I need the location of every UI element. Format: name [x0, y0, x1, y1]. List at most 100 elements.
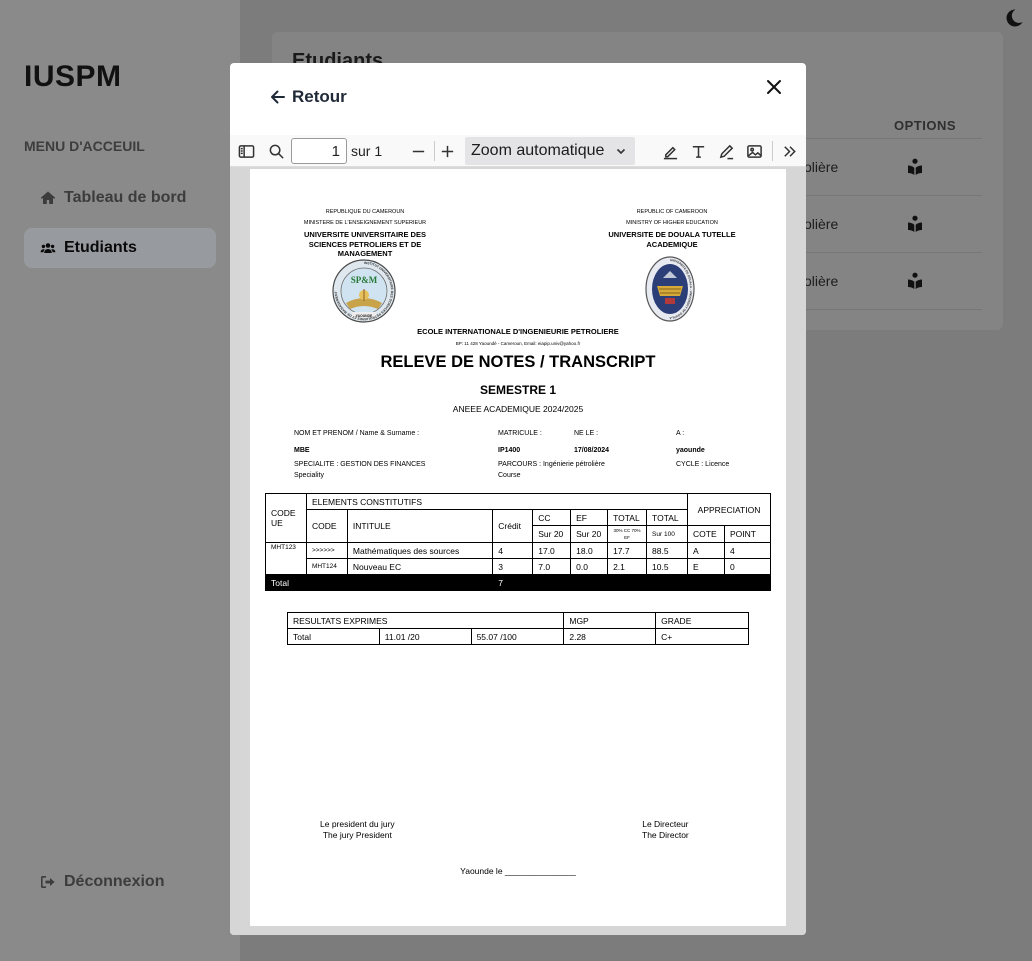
zoom-select[interactable]: Zoom automatique — [465, 137, 635, 165]
academic-year: ANEEE ACADEMIQUE 2024/2025 — [452, 404, 584, 414]
image-icon[interactable] — [744, 141, 764, 161]
credit-header: Crédit — [492, 509, 534, 543]
speciality: SPECIALITE : GESTION DES FINANCES Specia… — [294, 461, 426, 479]
birthplace: yaounde — [676, 447, 705, 454]
jury-president-signature: Le president du jury The jury President — [320, 819, 395, 840]
close-button[interactable] — [766, 79, 786, 99]
logout-button[interactable]: Déconnexion — [24, 862, 216, 902]
results-header: RESULTATS EXPRIMES — [286, 612, 565, 629]
highlight-icon[interactable] — [660, 141, 680, 161]
cote-cell: E — [687, 558, 725, 575]
book-reader-icon[interactable] — [906, 272, 924, 290]
intitule-cell: Nouveau EC — [346, 558, 494, 575]
divider — [434, 141, 435, 161]
table-row: olière — [802, 196, 982, 253]
university-left: UNIVERSITE UNIVERSITAIRE DES SCIENCES PE… — [304, 230, 426, 258]
pdf-modal: Retour sur 1 Zoom automatique — [230, 63, 806, 935]
sidebar-item-dashboard[interactable]: Tableau de bord — [24, 178, 216, 218]
grade-header: GRADE — [655, 612, 749, 629]
menu-heading: MENU D'ACCEUIL — [24, 138, 145, 154]
search-icon[interactable] — [266, 141, 286, 161]
point-cell: 0 — [724, 558, 771, 575]
birthplace-label: A : — [676, 430, 685, 437]
cote-header: COTE — [687, 525, 725, 543]
table-row: MHT123 >>>>>> Mathématiques des sources … — [265, 542, 771, 575]
cc-header: CC — [532, 509, 572, 526]
mgp-header: MGP — [563, 612, 657, 629]
cc-cell: 17.0 — [532, 542, 572, 559]
total-cell: 17.7 — [607, 542, 648, 559]
table-header-row: CODE UE ELEMENTS CONSTITUTIFS APPRECIATI… — [265, 493, 771, 543]
home-icon — [40, 191, 56, 204]
credit-cell: 4 — [492, 542, 534, 559]
parcours-cell: olière — [804, 273, 839, 289]
sidebar-item-students[interactable]: Etudiants — [24, 228, 216, 268]
point-header: POINT — [724, 525, 771, 543]
table-row: olière — [802, 139, 982, 196]
grade-value: C+ — [655, 628, 749, 645]
ef-header: EF — [570, 509, 609, 526]
users-icon — [40, 243, 56, 253]
zoom-out-icon[interactable] — [408, 141, 428, 161]
pdf-toolbar: sur 1 Zoom automatique — [230, 135, 806, 167]
pdf-viewer: sur 1 Zoom automatique — [230, 135, 806, 935]
zoom-in-icon[interactable] — [437, 141, 457, 161]
student-name-label: NOM ET PRENOM / Name & Surname : — [294, 430, 420, 437]
brand-title: IUSPM — [24, 60, 122, 93]
matricule: IP1400 — [498, 447, 521, 454]
school-name: ECOLE INTERNATIONALE D'INGENIEURIE PETRO… — [417, 327, 619, 336]
student-name: MBE — [294, 447, 310, 454]
mgp-value: 2.28 — [563, 628, 657, 645]
total-scale: Sur 100 — [646, 525, 689, 543]
parcours-cell: olière — [804, 216, 839, 232]
credit-cell: 3 — [492, 558, 534, 575]
book-reader-icon[interactable] — [906, 215, 924, 233]
divider — [772, 141, 773, 161]
total-100-cell: 10.5 — [646, 558, 689, 575]
date-line: Yaounde le _______________ — [460, 866, 576, 876]
draw-icon[interactable] — [716, 141, 736, 161]
total-credit: 7 — [492, 574, 534, 591]
born-label: NE LE : — [574, 430, 599, 437]
ef-cell: 0.0 — [570, 558, 609, 575]
republic-fr: REPUBLIQUE DU CAMEROUN — [325, 209, 405, 215]
code-header: CODE — [305, 509, 348, 543]
page-number-input[interactable] — [291, 138, 347, 164]
total-label: Total — [264, 574, 494, 591]
text-icon[interactable] — [688, 141, 708, 161]
school-address: BP: 11 428 Yaoundé - Cameroun, Email: ei… — [455, 341, 581, 346]
table-header-row: RESULTATS EXPRIMES MGP GRADE — [286, 612, 749, 629]
cc-cell: 7.0 — [532, 558, 572, 575]
sidebar-toggle-icon[interactable] — [236, 141, 256, 161]
parcours-cell: olière — [804, 159, 839, 175]
total-cell: 2.1 — [607, 558, 648, 575]
matricule-label: MATRICULE : — [498, 430, 542, 437]
arrow-left-icon — [271, 90, 285, 104]
code-ue-header: CODE UE — [265, 493, 307, 543]
marks-table: CODE UE ELEMENTS CONSTITUTIFS APPRECIATI… — [264, 493, 771, 591]
theme-toggle[interactable] — [1004, 8, 1024, 28]
document-title: RELEVE DE NOTES / TRANSCRIPT — [380, 353, 656, 371]
right-header: REPUBLIC OF CAMEROON MINISTRY OF HIGHER … — [600, 207, 744, 249]
elements-header: ELEMENTS CONSTITUTIFS — [305, 493, 689, 510]
book-reader-icon[interactable] — [906, 158, 924, 176]
results-total-label: Total — [287, 628, 380, 645]
point-cell: 4 — [724, 542, 771, 559]
close-icon — [767, 80, 781, 94]
zoom-value: Zoom automatique — [471, 142, 605, 159]
table-row: MHT124 Nouveau EC 3 7.0 0.0 2.1 10.5 E 0 — [266, 558, 771, 575]
intitule-header: INTITULE — [346, 509, 494, 543]
semester: SEMESTRE 1 — [479, 383, 557, 397]
pdf-page: REPUBLIQUE DU CAMEROUN MINISTERE DE L'EN… — [250, 169, 786, 926]
page-count: sur 1 — [351, 143, 383, 159]
university-right: UNIVERSITE DE DOUALA TUTELLE ACADEMIQUE — [608, 230, 736, 249]
back-button[interactable]: Retour — [270, 87, 347, 107]
more-tools-icon[interactable] — [779, 141, 799, 161]
ue-code-cell: MHT123 — [265, 542, 307, 575]
back-label: Retour — [292, 87, 347, 106]
birth-date: 17/08/2024 — [574, 447, 610, 454]
weights-note: 30% CC 70% EF — [607, 525, 648, 543]
appreciation-header: APPRECIATION — [687, 493, 771, 526]
douala-university-seal-logo: UNIVERSITE DE DOUALA - UNIVERSITY OF DOU… — [645, 256, 695, 322]
chevron-down-icon — [616, 148, 626, 155]
